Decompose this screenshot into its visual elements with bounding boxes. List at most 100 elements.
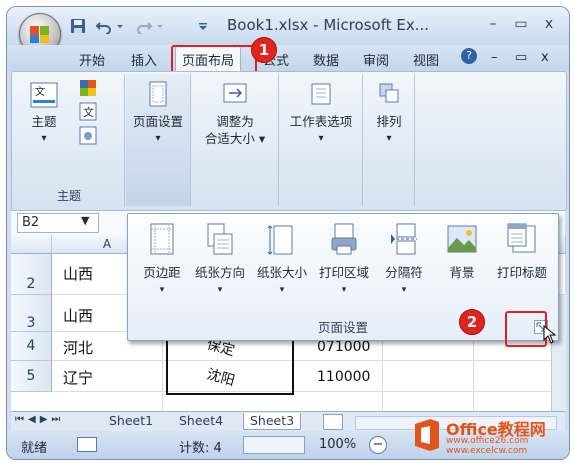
breaks-label: 分隔符 — [385, 265, 423, 280]
tab-data[interactable]: 数据 — [313, 50, 339, 69]
print-area-dropdown-icon: ▾ — [341, 285, 347, 295]
ribbon-restore-button[interactable]: ▭ — [515, 50, 527, 65]
help-icon[interactable]: ? — [461, 48, 477, 64]
size-dropdown-icon: ▾ — [279, 285, 285, 295]
print-area-button[interactable]: 打印区域 ▾ — [314, 222, 374, 295]
breaks-button[interactable]: 分隔符 ▾ — [374, 222, 434, 295]
scale-to-fit-label-line1: 调整为 — [216, 114, 254, 129]
cell-a3[interactable]: 山西 — [63, 305, 93, 326]
margins-icon — [150, 223, 174, 255]
row-header-5[interactable]: 5 — [11, 361, 52, 392]
page-setup-button-label: 页面设置 — [132, 114, 183, 129]
theme-group-label: 主题 — [56, 189, 81, 203]
size-icon — [267, 225, 293, 255]
status-count: 计数: 4 — [179, 441, 222, 456]
theme-fonts-icon[interactable]: 文 — [78, 102, 100, 122]
theme-button-label: 主题 — [31, 114, 57, 129]
page-setup-button[interactable]: 页面设置 ▾ — [128, 80, 188, 147]
close-button[interactable]: x — [537, 16, 561, 34]
theme-effects-icon[interactable] — [78, 126, 100, 146]
step-badge-1: 1 — [251, 37, 277, 63]
svg-text:文: 文 — [35, 85, 45, 98]
theme-group: 文 主题 ▾ 文 主题 — [14, 74, 125, 206]
sheet-options-button[interactable]: 工作表选项 ▾ — [282, 80, 360, 147]
excel-window: Book1.xlsx - Microsoft Ex... – ▭ x 开始 插入… — [6, 6, 570, 460]
theme-button[interactable]: 文 主题 ▾ — [22, 80, 66, 147]
arrange-icon — [379, 83, 399, 103]
orientation-label: 纸张方向 — [194, 265, 245, 280]
tab-review[interactable]: 审阅 — [363, 50, 389, 69]
cell-c5[interactable]: 110000 — [317, 369, 370, 385]
scale-to-fit-icon — [223, 83, 247, 103]
cell-c4[interactable]: 071000 — [317, 339, 370, 355]
row-header-2[interactable]: 2 — [11, 254, 52, 295]
print-titles-button[interactable]: 打印标题 — [488, 222, 556, 281]
print-area-label: 打印区域 — [318, 265, 369, 280]
sheet-tab-3[interactable]: Sheet3 — [243, 413, 302, 430]
sheet-options-dropdown-icon: ▾ — [318, 133, 324, 144]
sheet-options-icon — [311, 83, 331, 105]
breaks-icon — [391, 223, 417, 255]
insert-sheet-icon[interactable] — [323, 414, 343, 430]
cell-a5[interactable]: 辽宁 — [63, 367, 93, 388]
row-header-4[interactable]: 4 — [11, 332, 52, 361]
background-button[interactable]: 背景 — [432, 222, 492, 281]
orientation-icon — [207, 223, 233, 255]
window-title: Book1.xlsx - Microsoft Ex... — [227, 16, 430, 34]
customize-quick-access-icon[interactable] — [197, 18, 209, 34]
orientation-dropdown-icon: ▾ — [217, 285, 223, 295]
undo-icon[interactable] — [95, 18, 113, 34]
redo-dropdown-icon[interactable] — [155, 18, 165, 34]
sheet-options-group: 工作表选项 ▾ — [280, 74, 363, 206]
theme-colors-icon[interactable] — [78, 78, 100, 98]
sheet-tab-2[interactable]: Sheet4 — [173, 413, 229, 429]
arrange-group: 排列 ▾ — [364, 74, 415, 206]
size-label: 纸张大小 — [256, 265, 307, 280]
page-setup-icon — [149, 81, 167, 107]
minimize-button[interactable]: – — [481, 16, 505, 34]
size-button[interactable]: 纸张大小 ▾ — [252, 222, 312, 295]
page-setup-group: 页面设置 ▾ — [126, 74, 191, 206]
scale-to-fit-group: 调整为 合适大小 ▾ — [192, 74, 279, 206]
restore-button[interactable]: ▭ — [509, 16, 533, 34]
arrange-button[interactable]: 排列 ▾ — [366, 80, 412, 147]
page-setup-dropdown-icon: ▾ — [155, 133, 161, 144]
sheet-options-label: 工作表选项 — [289, 114, 353, 129]
view-buttons[interactable] — [243, 436, 305, 454]
zoom-out-button[interactable]: − — [369, 436, 387, 454]
tab-view[interactable]: 视图 — [413, 50, 439, 69]
step-badge-2: 2 — [459, 309, 485, 335]
watermark-url-2: www.excelcw.com — [446, 446, 528, 456]
name-box-dropdown-icon[interactable]: ▼ — [81, 214, 89, 227]
macro-record-icon[interactable] — [77, 437, 97, 452]
background-icon — [447, 225, 477, 253]
ribbon-close-button[interactable]: x — [541, 50, 549, 65]
tab-insert[interactable]: 插入 — [131, 50, 157, 69]
theme-dropdown-icon: ▾ — [41, 133, 47, 144]
select-all-corner[interactable] — [11, 235, 52, 254]
row-header-3[interactable]: 3 — [11, 295, 52, 332]
margins-button[interactable]: 页边距 ▾ — [132, 222, 192, 295]
sheet-tab-1[interactable]: Sheet1 — [103, 413, 159, 429]
gridline — [52, 360, 565, 361]
arrange-dropdown-icon: ▾ — [386, 133, 392, 144]
cell-a2[interactable]: 山西 — [63, 263, 93, 284]
print-titles-icon — [507, 223, 536, 253]
arrange-label: 排列 — [376, 114, 402, 129]
tab-home[interactable]: 开始 — [79, 50, 105, 69]
redo-icon[interactable] — [135, 18, 153, 34]
print-area-icon — [331, 223, 357, 255]
ribbon-minimize-button[interactable]: – — [491, 50, 498, 65]
gridline — [52, 391, 565, 392]
save-icon[interactable] — [69, 18, 87, 34]
theme-icon: 文 — [30, 82, 58, 108]
title-bar: Book1.xlsx - Microsoft Ex... – ▭ x — [7, 7, 569, 55]
scale-to-fit-button[interactable]: 调整为 合适大小 ▾ — [196, 80, 274, 147]
page-setup-popup: 页边距 ▾ 纸张方向 ▾ 纸张大小 ▾ 打印区域 ▾ 分隔符 ▾ 背景 打印标题… — [127, 213, 559, 341]
orientation-button[interactable]: 纸张方向 ▾ — [190, 222, 250, 295]
zoom-level[interactable]: 100% — [319, 437, 356, 452]
undo-dropdown-icon[interactable] — [115, 18, 125, 34]
sheet-nav-icons[interactable]: ⏮◀▶⏭ — [15, 414, 64, 425]
cell-a4[interactable]: 河北 — [63, 337, 93, 358]
background-label: 背景 — [449, 265, 475, 280]
